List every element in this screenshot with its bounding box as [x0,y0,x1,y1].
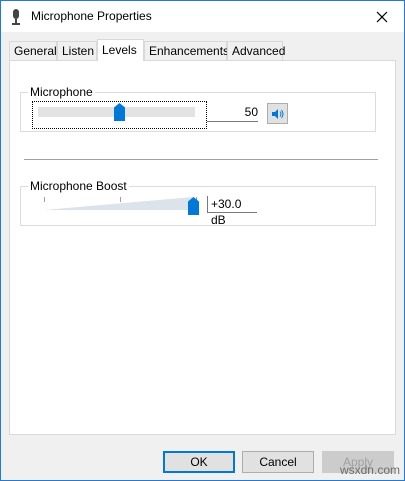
boost-tick [120,197,121,202]
ok-button[interactable]: OK [163,451,235,473]
microphone-label: Microphone [28,85,95,99]
watermark: wsxdn.com [339,463,400,477]
cancel-button[interactable]: Cancel [242,451,314,473]
tab-levels[interactable]: Levels [97,39,144,61]
section-divider [24,159,378,160]
mute-button[interactable] [267,103,288,124]
close-icon [376,11,388,22]
tab-advanced[interactable]: Advanced [227,41,285,60]
tab-enhancements[interactable]: Enhancements [144,41,229,60]
tab-listen[interactable]: Listen [57,41,97,60]
title-bar[interactable]: Microphone Properties [1,1,404,32]
boost-tick [44,197,45,202]
properties-window: Microphone Properties General Listen Lev… [0,0,405,481]
levels-panel: Microphone 50 Microphone Boost +30.0 dB [9,60,396,435]
boost-level-value[interactable]: +30.0 dB [207,196,257,227]
boost-label: Microphone Boost [28,179,129,193]
microphone-icon [12,9,20,25]
close-button[interactable] [360,1,404,32]
tab-general[interactable]: General [9,41,57,60]
window-title: Microphone Properties [31,9,152,23]
speaker-icon [271,108,283,119]
microphone-level-value[interactable]: 50 [207,104,258,122]
